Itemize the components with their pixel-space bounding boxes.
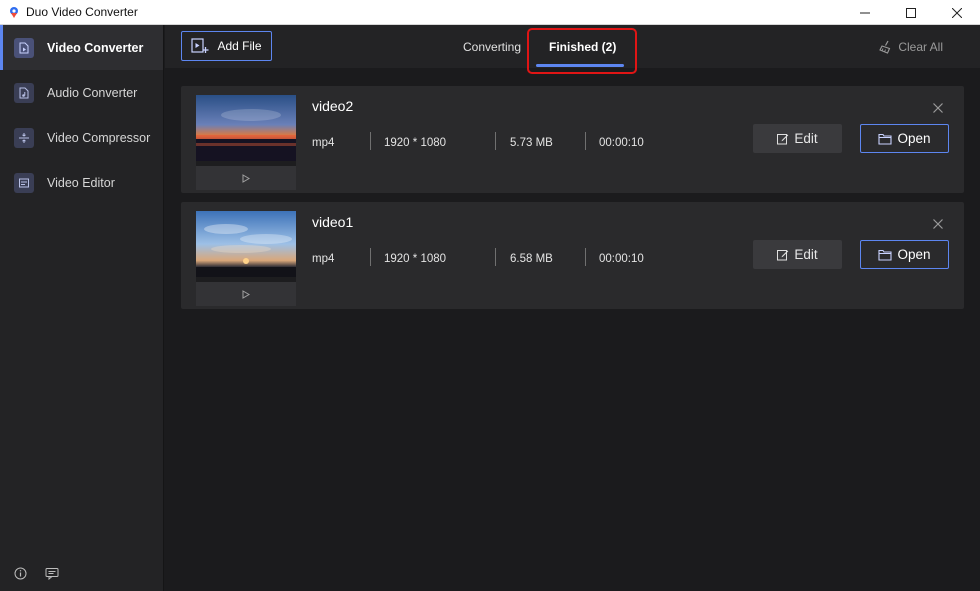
open-label: Open bbox=[897, 131, 931, 146]
file-format: mp4 bbox=[312, 253, 335, 265]
file-duration: 00:00:10 bbox=[599, 253, 644, 265]
divider bbox=[495, 248, 496, 266]
sidebar-item-video-editor[interactable]: Video Editor bbox=[0, 160, 163, 205]
remove-item-button[interactable] bbox=[932, 102, 944, 114]
file-format: mp4 bbox=[312, 137, 335, 149]
edit-button[interactable]: Edit bbox=[753, 240, 842, 269]
clear-all-button[interactable]: Clear All bbox=[879, 25, 943, 68]
title-bar: Duo Video Converter bbox=[0, 0, 980, 25]
sidebar-item-label: Audio Converter bbox=[47, 85, 138, 100]
sidebar-item-label: Video Editor bbox=[47, 175, 115, 190]
edit-label: Edit bbox=[794, 247, 818, 262]
add-file-label: Add File bbox=[217, 39, 262, 53]
play-icon[interactable] bbox=[196, 166, 296, 190]
folder-icon bbox=[878, 249, 893, 261]
thumbnail-image bbox=[196, 211, 296, 277]
folder-icon bbox=[878, 133, 893, 145]
video-editor-icon bbox=[14, 172, 34, 193]
file-item: video2 mp4 1920 * 1080 5.73 MB 00:00:10 … bbox=[181, 86, 964, 193]
minimize-icon bbox=[860, 12, 870, 13]
divider bbox=[585, 132, 586, 150]
maximize-button[interactable] bbox=[888, 0, 934, 25]
file-name: video2 bbox=[312, 98, 354, 114]
feedback-icon[interactable] bbox=[44, 565, 60, 581]
audio-converter-icon bbox=[14, 82, 34, 103]
minimize-button[interactable] bbox=[842, 0, 888, 25]
file-resolution: 1920 * 1080 bbox=[384, 253, 447, 265]
clear-all-label: Clear All bbox=[898, 39, 943, 54]
video-thumbnail[interactable] bbox=[196, 211, 296, 306]
add-file-icon bbox=[191, 38, 209, 54]
divider bbox=[495, 132, 496, 150]
remove-item-button[interactable] bbox=[932, 218, 944, 230]
file-name: video1 bbox=[312, 214, 354, 230]
close-icon bbox=[933, 219, 943, 229]
sidebar-item-video-converter[interactable]: Video Converter bbox=[0, 25, 163, 70]
file-duration: 00:00:10 bbox=[599, 137, 644, 149]
window-title: Duo Video Converter bbox=[26, 5, 138, 19]
toolbar: Add File Converting Finished (2) Clear A… bbox=[165, 25, 980, 74]
divider bbox=[370, 248, 371, 266]
open-button[interactable]: Open bbox=[860, 124, 949, 153]
highlight-box bbox=[527, 28, 637, 74]
sidebar-item-label: Video Compressor bbox=[47, 130, 151, 145]
info-icon[interactable] bbox=[12, 565, 28, 581]
divider bbox=[370, 132, 371, 150]
close-icon bbox=[933, 103, 943, 113]
open-label: Open bbox=[897, 247, 931, 262]
sidebar-item-label: Video Converter bbox=[47, 40, 144, 55]
edit-icon bbox=[777, 133, 789, 145]
app-logo-icon bbox=[8, 6, 20, 18]
edit-label: Edit bbox=[794, 131, 818, 146]
play-icon[interactable] bbox=[196, 282, 296, 306]
edit-button[interactable]: Edit bbox=[753, 124, 842, 153]
main-panel: Add File Converting Finished (2) Clear A… bbox=[165, 25, 980, 591]
file-resolution: 1920 * 1080 bbox=[384, 137, 447, 149]
sidebar-item-video-compressor[interactable]: Video Compressor bbox=[0, 115, 163, 160]
divider bbox=[585, 248, 586, 266]
video-converter-icon bbox=[14, 37, 34, 58]
video-thumbnail[interactable] bbox=[196, 95, 296, 190]
file-size: 6.58 MB bbox=[510, 253, 553, 265]
file-size: 5.73 MB bbox=[510, 137, 553, 149]
video-compressor-icon bbox=[14, 127, 34, 148]
sidebar: Video Converter Audio Converter Video Co… bbox=[0, 25, 164, 591]
close-button[interactable] bbox=[934, 0, 980, 25]
close-icon bbox=[952, 7, 962, 18]
broom-icon bbox=[879, 40, 894, 54]
sidebar-item-audio-converter[interactable]: Audio Converter bbox=[0, 70, 163, 115]
thumbnail-image bbox=[196, 95, 296, 161]
file-item: video1 mp4 1920 * 1080 6.58 MB 00:00:10 … bbox=[181, 202, 964, 309]
maximize-icon bbox=[906, 7, 916, 18]
tab-converting[interactable]: Converting bbox=[463, 25, 521, 68]
edit-icon bbox=[777, 249, 789, 261]
open-button[interactable]: Open bbox=[860, 240, 949, 269]
add-file-button[interactable]: Add File bbox=[181, 31, 272, 61]
